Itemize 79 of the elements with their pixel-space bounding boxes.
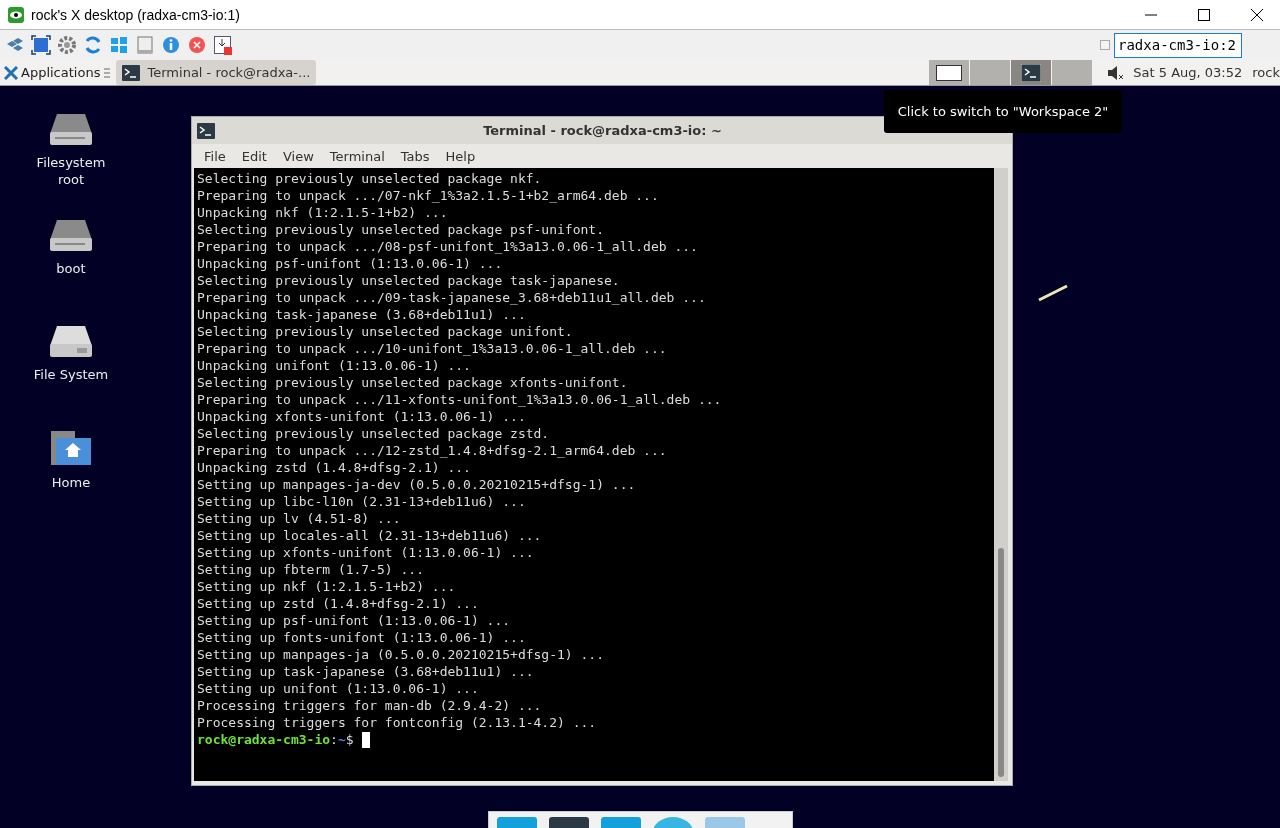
maximize-icon[interactable] — [1198, 8, 1210, 21]
scrollbar[interactable] — [994, 168, 1008, 781]
desktop-icon-label[interactable]: Filesystem root — [31, 154, 111, 188]
settings-icon[interactable] — [57, 35, 77, 55]
terminal-output-line: Unpacking unifont (1:13.0.06-1) ... — [197, 357, 472, 374]
hard-disk-icon — [49, 324, 93, 358]
terminal-output-line: Setting up task-japanese (3.68+deb11u1) ... — [197, 663, 535, 680]
workspace-button[interactable] — [929, 60, 970, 85]
terminal-output-line: Setting up lv (4.51-8) ... — [197, 510, 402, 527]
terminal-output-line: Preparing to unpack .../12-zstd_1.4.8+dfsg-2.1_arm64.deb ... — [197, 442, 668, 459]
menu-item[interactable]: Tabs — [392, 148, 438, 164]
terminal-output-line: Selecting previously unselected package nkf. — [197, 170, 543, 187]
menu-item[interactable]: Help — [437, 148, 484, 164]
terminal-output-line: Processing triggers for fontconfig (2.13.1-4.2) ... — [197, 714, 598, 731]
windows-logo-icon[interactable] — [109, 35, 129, 55]
terminal-output-line: Selecting previously unselected package task-japanese. — [197, 272, 621, 289]
close-circle-icon[interactable] — [187, 35, 207, 55]
taskbar-button[interactable]: Terminal - rock@radxa-... — [116, 60, 317, 85]
terminal-output-line: Unpacking psf-unifont (1:13.0.06-1) ... — [197, 255, 504, 272]
text-cursor — [361, 731, 370, 748]
terminal-output-line: Preparing to unpack .../07-nkf_1%3a2.1.5-1+b2_arm64.deb ... — [197, 187, 660, 204]
desktop-icon-label[interactable]: Home — [31, 474, 111, 491]
terminal-output-line: Processing triggers for man-db (2.9.4-2) ... — [197, 697, 543, 714]
terminal-output-line: Selecting previously unselected package zstd. — [197, 425, 551, 442]
menu-item[interactable]: Terminal — [321, 148, 393, 164]
window-title: rock's X desktop (radxa-cm3-io:1) — [31, 6, 241, 23]
refresh-icon[interactable] — [83, 35, 103, 55]
fullscreen-icon[interactable] — [31, 35, 51, 55]
terminal-output-line: Setting up fbterm (1.7-5) ... — [197, 561, 425, 578]
address-field[interactable]: radxa-cm3-io:2 — [1114, 32, 1242, 58]
speaker-muted-icon — [1107, 64, 1124, 81]
terminal-output-line: Preparing to unpack .../09-task-japanese_3.68+deb11u1_all.deb ... — [197, 289, 707, 306]
menu-item[interactable]: Edit — [233, 148, 275, 164]
terminal-icon — [122, 64, 140, 81]
wallpaper-stroke-icon — [1038, 284, 1068, 302]
terminal-icon — [197, 122, 215, 139]
desktop-icon-label[interactable]: File System — [31, 366, 111, 383]
terminal-output-line: Setting up locales-all (2.31-13+deb11u6) ... — [197, 527, 543, 544]
desktop-icon-label[interactable]: boot — [31, 260, 111, 277]
panel-handle-icon — [104, 67, 111, 78]
terminal-output-line: Setting up zstd (1.4.8+dfsg-2.1) ... — [197, 595, 480, 612]
terminal-output-line: Preparing to unpack .../11-xfonts-unifont_1%3a13.0.06-1_all.deb ... — [197, 391, 723, 408]
home-folder-icon — [50, 430, 92, 466]
terminal-output-line: Selecting previously unselected package psf-unifont. — [197, 221, 605, 238]
close-icon[interactable] — [1251, 8, 1263, 21]
terminal-output-line: Selecting previously unselected package unifont. — [197, 323, 574, 340]
terminal-output-line: Setting up psf-unifont (1:13.0.06-1) ... — [197, 612, 512, 629]
applications-menu-button[interactable]: Applications — [0, 60, 105, 85]
info-icon[interactable] — [161, 35, 181, 55]
drive-icon — [49, 112, 93, 146]
terminal-output-line: Unpacking task-japanese (3.68+deb11u1) ... — [197, 306, 527, 323]
tooltip: Click to switch to "Workspace 2" — [884, 90, 1122, 133]
terminal-output-line: Setting up unifont (1:13.0.06-1) ... — [197, 680, 480, 697]
terminal-output-line: Setting up fonts-unifont (1:13.0.06-1) ... — [197, 629, 527, 646]
eye-icon — [8, 6, 24, 23]
terminal-output-line: Setting up xfonts-unifont (1:13.0.06-1) ... — [197, 544, 535, 561]
window-thumbnail-icon — [936, 64, 963, 81]
terminal-output-line: Unpacking xfonts-unifont (1:13.0.06-1) ... — [197, 408, 527, 425]
workspace-button[interactable] — [1011, 60, 1052, 85]
shell-prompt: rock@radxa-cm3-io:~$ — [197, 731, 354, 748]
menu-item[interactable]: View — [274, 148, 322, 164]
x-logo-icon — [4, 65, 18, 80]
drive-icon — [49, 218, 93, 252]
terminal-output-line: Setting up nkf (1:2.1.5-1+b2) ... — [197, 578, 457, 595]
terminal-output-line: Unpacking zstd (1.4.8+dfsg-2.1) ... — [197, 459, 472, 476]
terminal-output-line: Setting up manpages-ja-dev (0.5.0.0.20210215+dfsg-1) ... — [197, 476, 637, 493]
terminal-output-line: Setting up manpages-ja (0.5.0.0.20210215+dfsg-1) ... — [197, 646, 605, 663]
terminal-output-line: Preparing to unpack .../10-unifont_1%3a13.0.06-1_all.deb ... — [197, 340, 668, 357]
terminal-output-line: Preparing to unpack .../08-psf-unifont_1%3a13.0.06-1_all.deb ... — [197, 238, 699, 255]
terminal-output-line: Setting up libc-l10n (2.31-13+deb11u6) ... — [197, 493, 527, 510]
download-window-icon[interactable] — [213, 35, 233, 55]
checkbox[interactable] — [1100, 40, 1110, 50]
terminal-output-line: Selecting previously unselected package xfonts-unifont. — [197, 374, 629, 391]
terminal-icon — [1021, 63, 1042, 82]
clock: Sat 5 Aug, 03:52 — [1133, 65, 1243, 80]
user-name: rock — [1252, 65, 1280, 80]
menu-item[interactable]: File — [196, 148, 234, 164]
terminal-title: Terminal - rock@radxa-cm3-io: ~ — [482, 123, 723, 138]
terminal-output-line: Unpacking nkf (1:2.1.5-1+b2) ... — [197, 204, 449, 221]
